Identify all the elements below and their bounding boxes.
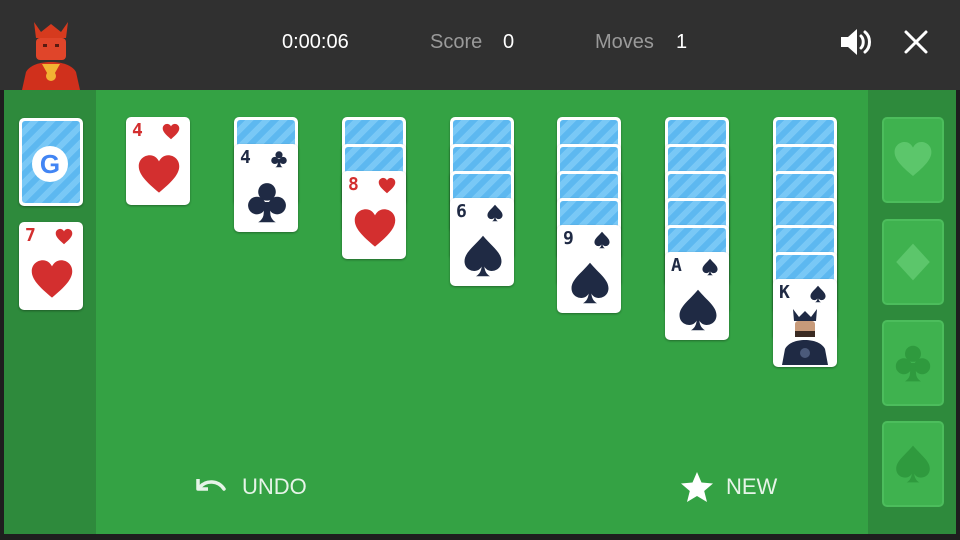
tableau-card-col2[interactable]: 4 xyxy=(234,144,298,232)
stock-pile[interactable]: G xyxy=(19,118,83,206)
undo-button[interactable]: UNDO xyxy=(194,472,307,502)
card-rank: K xyxy=(779,282,790,303)
spade-icon xyxy=(701,258,719,276)
score-value: 0 xyxy=(503,31,515,53)
card-rank: 7 xyxy=(25,225,36,246)
tableau-card-col7[interactable]: K xyxy=(773,279,837,367)
foundation-diamond[interactable] xyxy=(882,219,944,305)
heart-icon xyxy=(378,177,396,195)
tableau-card-col6[interactable]: A xyxy=(665,252,729,340)
new-label: NEW xyxy=(726,474,778,499)
card-rank: 8 xyxy=(348,174,359,195)
foundation-heart[interactable] xyxy=(882,117,944,203)
heart-icon xyxy=(30,256,74,304)
foundation-spade[interactable] xyxy=(882,421,944,507)
spade-icon xyxy=(676,286,720,334)
logo-letter: G xyxy=(39,149,61,179)
moves-value: 1 xyxy=(676,31,688,53)
heart-icon xyxy=(353,205,397,253)
google-logo-icon: G xyxy=(32,146,68,182)
card-rank: 9 xyxy=(563,228,574,249)
foundation-club[interactable] xyxy=(882,320,944,406)
tableau-card-col4[interactable]: 6 xyxy=(450,198,514,286)
card-rank: 4 xyxy=(132,120,143,141)
speaker-icon xyxy=(841,29,871,55)
moves-label: Moves xyxy=(595,31,654,53)
close-icon xyxy=(904,30,928,54)
club-icon xyxy=(245,178,289,226)
tableau-card-col5[interactable]: 9 xyxy=(557,225,621,313)
sound-button[interactable] xyxy=(836,22,876,62)
king-figure-icon xyxy=(782,309,828,365)
club-icon xyxy=(893,343,933,383)
spade-icon xyxy=(893,444,933,484)
card-rank: A xyxy=(671,255,682,276)
club-icon xyxy=(270,150,288,168)
timer: 0:00:06 xyxy=(282,31,349,53)
new-game-button[interactable]: NEW xyxy=(680,472,777,502)
card-rank: 4 xyxy=(240,147,251,168)
heart-icon xyxy=(893,140,933,180)
heart-icon xyxy=(162,123,180,141)
tableau-card-col3[interactable]: 8 xyxy=(342,171,406,259)
undo-label: UNDO xyxy=(242,474,307,499)
star-icon xyxy=(681,472,713,502)
spade-icon xyxy=(461,232,505,280)
close-button[interactable] xyxy=(896,22,936,62)
diamond-icon xyxy=(893,242,933,282)
heart-icon xyxy=(55,228,73,246)
spade-icon xyxy=(486,204,504,222)
card-rank: 6 xyxy=(456,201,467,222)
top-bar: 0:00:06 Score 0 Moves 1 xyxy=(0,0,960,90)
spade-icon xyxy=(809,285,827,303)
king-avatar-icon xyxy=(20,18,82,90)
tableau-card-col1[interactable]: 4 xyxy=(126,117,190,205)
undo-icon xyxy=(196,479,226,491)
spade-icon xyxy=(568,259,612,307)
spade-icon xyxy=(593,231,611,249)
score-label: Score xyxy=(430,31,483,53)
heart-icon xyxy=(137,151,181,199)
waste-card[interactable]: 7 xyxy=(19,222,83,310)
